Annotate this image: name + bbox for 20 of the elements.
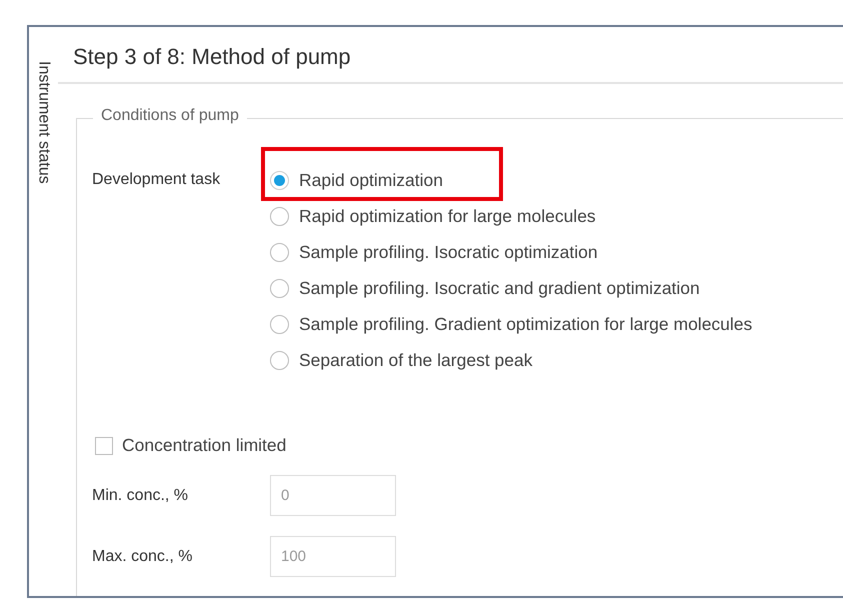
option-label: Sample profiling. Gradient optimization for large molecules (299, 314, 752, 334)
field-label: Max. conc., % (92, 548, 194, 566)
option-label: Sample profiling. Isocratic and gradient optimization (299, 278, 700, 298)
field-label: Development task (92, 170, 222, 189)
radio-button[interactable] (270, 206, 289, 226)
group-legend: Conditions of pump (93, 107, 247, 125)
radio-button[interactable] (270, 242, 289, 262)
option-label: Rapid optimization (299, 170, 443, 190)
option-label: Rapid optimization for large molecules (299, 206, 596, 226)
radio-button[interactable] (270, 314, 289, 334)
option-label: Separation of the largest peak (299, 350, 532, 370)
option-label: Sample profiling. Isocratic optimization (299, 242, 598, 262)
instrument-status-tab[interactable]: Instrument status (34, 61, 52, 184)
checkbox-label: Concentration limited (122, 435, 286, 456)
radio-button[interactable] (270, 278, 289, 298)
checkbox[interactable] (95, 436, 113, 454)
radio-button[interactable] (270, 350, 289, 370)
step-title: Step 3 of 8: Method of pump (73, 42, 351, 70)
radio-button[interactable] (270, 170, 289, 190)
field-label: Min. conc., % (92, 486, 190, 504)
